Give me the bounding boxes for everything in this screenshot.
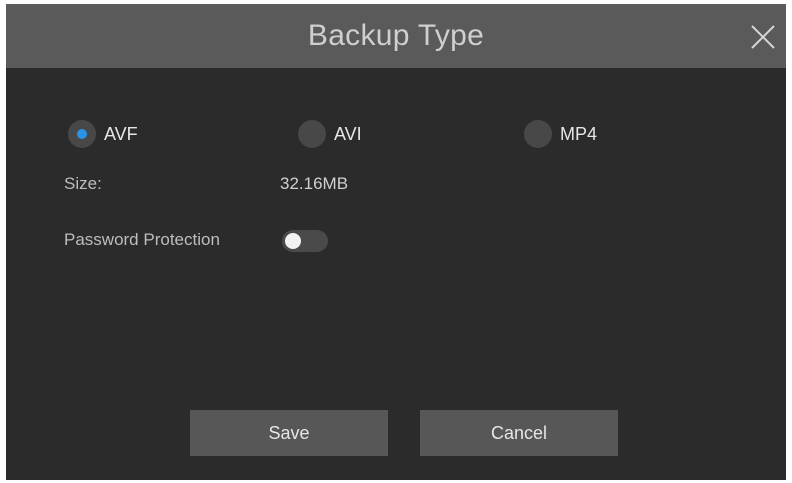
password-protection-label: Password Protection	[64, 230, 220, 249]
radio-button-avf[interactable]	[68, 120, 96, 148]
radio-option-avi[interactable]: AVI	[298, 118, 362, 150]
radio-button-mp4[interactable]	[524, 120, 552, 148]
save-button[interactable]: Save	[190, 410, 388, 456]
radio-label-avf: AVF	[104, 123, 138, 144]
radio-label-mp4: MP4	[560, 123, 598, 144]
radio-option-avf[interactable]: AVF	[68, 118, 138, 150]
cancel-button[interactable]: Cancel	[420, 410, 618, 456]
dialog-title: Backup Type	[307, 19, 485, 52]
radio-label-avi: AVI	[334, 123, 362, 144]
password-protection-toggle[interactable]	[282, 230, 328, 252]
radio-button-avi[interactable]	[298, 120, 326, 148]
close-icon[interactable]	[746, 20, 780, 54]
radio-option-mp4[interactable]: MP4	[524, 118, 597, 150]
toggle-knob	[285, 233, 301, 249]
size-value: 32.16MB	[280, 174, 349, 193]
backup-type-dialog: Backup Type AVF AVI MP4 Size: 32.16MB Pa…	[6, 4, 786, 480]
dialog-titlebar: Backup Type	[6, 4, 786, 68]
size-label: Size:	[64, 174, 102, 193]
